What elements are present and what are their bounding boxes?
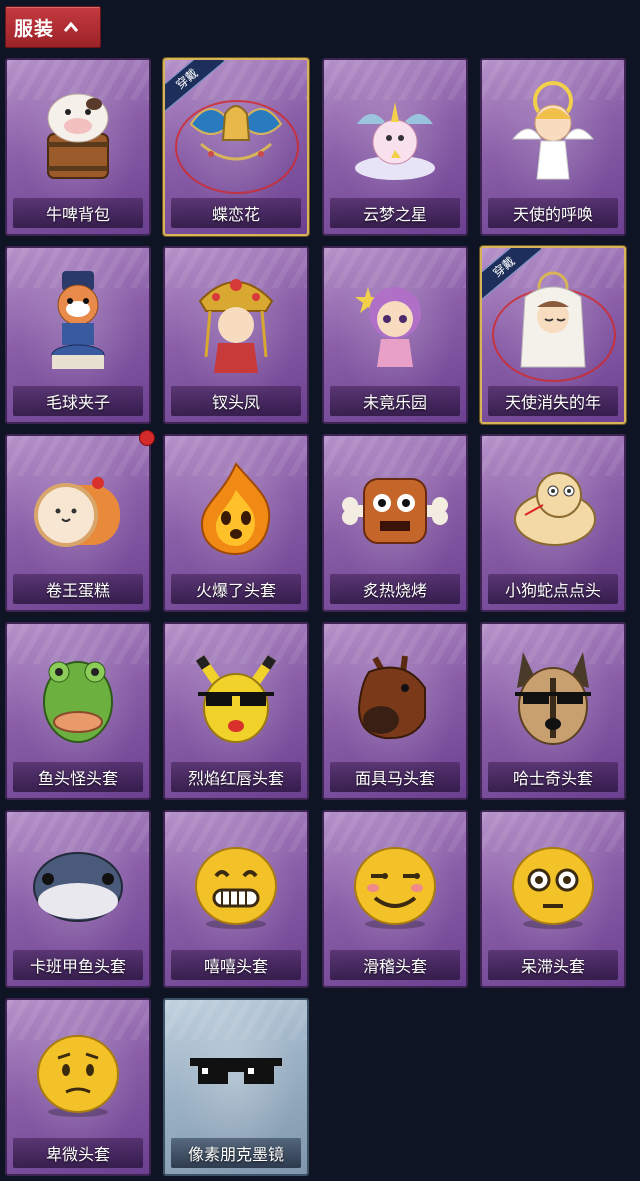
chevron-up-icon xyxy=(64,20,79,34)
costume-name: 炙热烧烤 xyxy=(362,581,427,600)
costume-name: 哈士奇头套 xyxy=(512,769,593,788)
costume-name: 嘻嘻头套 xyxy=(203,957,268,976)
costume-card[interactable]: 毛球夹子 xyxy=(5,246,151,424)
costume-name: 火爆了头套 xyxy=(195,581,276,600)
card-label-bar: 炙热烧烤 xyxy=(330,574,460,604)
card-label-bar: 卷王蛋糕 xyxy=(13,574,143,604)
horse-mask-icon xyxy=(340,643,450,753)
husky-mask-icon xyxy=(498,643,608,753)
humble-emoji-icon xyxy=(23,1019,133,1129)
costume-name: 卷王蛋糕 xyxy=(45,581,110,600)
costume-card[interactable]: 卡班甲鱼头套 xyxy=(5,810,151,988)
costume-card[interactable]: 哈士奇头套 xyxy=(480,622,626,800)
card-label-bar: 牛啤背包 xyxy=(13,198,143,228)
pixel-sunglasses-icon xyxy=(181,1019,291,1129)
card-label-bar: 卡班甲鱼头套 xyxy=(13,950,143,980)
costume-name: 天使的呼唤 xyxy=(512,205,593,224)
category-title: 服装 xyxy=(14,17,55,40)
butterfly-bell-ornament-icon xyxy=(181,79,291,189)
card-label-bar: 钗头凤 xyxy=(171,386,301,416)
card-label-bar: 卑微头套 xyxy=(13,1138,143,1168)
card-label-bar: 嘻嘻头套 xyxy=(171,950,301,980)
costume-card[interactable]: 滑稽头套 xyxy=(322,810,468,988)
cow-beer-barrel-icon xyxy=(23,79,133,189)
fish-head-mask-icon xyxy=(23,643,133,753)
veiled-doll-icon xyxy=(498,267,608,377)
costume-card[interactable]: 穿戴 蝶恋花 xyxy=(163,58,309,236)
costume-card[interactable]: 卷王蛋糕 xyxy=(5,434,151,612)
costume-name: 像素朋克墨镜 xyxy=(187,1145,284,1164)
dazed-emoji-icon xyxy=(498,831,608,941)
costume-card[interactable]: 穿戴 天使消失的年 xyxy=(480,246,626,424)
costume-card[interactable]: 火爆了头套 xyxy=(163,434,309,612)
card-label-bar: 天使消失的年 xyxy=(488,386,618,416)
costume-card[interactable]: 未竟乐园 xyxy=(322,246,468,424)
card-label-bar: 鱼头怪头套 xyxy=(13,762,143,792)
costume-name: 卡班甲鱼头套 xyxy=(29,957,126,976)
costume-card[interactable]: 天使的呼唤 xyxy=(480,58,626,236)
costume-card[interactable]: 钗头凤 xyxy=(163,246,309,424)
costume-card[interactable]: 小狗蛇点点头 xyxy=(480,434,626,612)
costume-name: 天使消失的年 xyxy=(504,393,601,412)
costume-name: 云梦之星 xyxy=(362,205,427,224)
costume-name: 鱼头怪头套 xyxy=(37,769,118,788)
costume-card[interactable]: 嘻嘻头套 xyxy=(163,810,309,988)
card-label-bar: 小狗蛇点点头 xyxy=(488,574,618,604)
costume-card[interactable]: 像素朋克墨镜 xyxy=(163,998,309,1176)
costume-name: 毛球夹子 xyxy=(45,393,110,412)
funny-emoji-icon xyxy=(340,831,450,941)
costume-name: 牛啤背包 xyxy=(45,205,110,224)
costume-name: 小狗蛇点点头 xyxy=(504,581,601,600)
grin-emoji-icon xyxy=(181,831,291,941)
costume-card[interactable]: 呆滞头套 xyxy=(480,810,626,988)
costume-name: 滑稽头套 xyxy=(362,957,427,976)
card-label-bar: 呆滞头套 xyxy=(488,950,618,980)
snake-dog-icon xyxy=(498,455,608,565)
costume-card[interactable]: 炙热烧烤 xyxy=(322,434,468,612)
card-label-bar: 像素朋克墨镜 xyxy=(171,1138,301,1168)
card-label-bar: 滑稽头套 xyxy=(330,950,460,980)
phoenix-crown-doll-icon xyxy=(181,267,291,377)
fire-spirit-icon xyxy=(181,455,291,565)
costume-name: 蝶恋花 xyxy=(211,205,260,224)
card-label-bar: 天使的呼唤 xyxy=(488,198,618,228)
costume-name: 呆滞头套 xyxy=(520,957,585,976)
card-label-bar: 蝶恋花 xyxy=(171,198,301,228)
card-label-bar: 云梦之星 xyxy=(330,198,460,228)
costume-name: 卑微头套 xyxy=(45,1145,110,1164)
card-label-bar: 火爆了头套 xyxy=(171,574,301,604)
card-label-bar: 毛球夹子 xyxy=(13,386,143,416)
costume-name: 烈焰红唇头套 xyxy=(187,769,284,788)
card-label-bar: 哈士奇头套 xyxy=(488,762,618,792)
costume-card[interactable]: 卑微头套 xyxy=(5,998,151,1176)
meat-bone-icon xyxy=(340,455,450,565)
raccoon-drummer-icon xyxy=(23,267,133,377)
costume-card[interactable]: 牛啤背包 xyxy=(5,58,151,236)
costume-name: 未竟乐园 xyxy=(362,393,427,412)
card-label-bar: 面具马头套 xyxy=(330,762,460,792)
cake-roll-icon xyxy=(23,455,133,565)
costume-card[interactable]: 烈焰红唇头套 xyxy=(163,622,309,800)
fairy-doll-icon xyxy=(340,267,450,377)
card-label-bar: 烈焰红唇头套 xyxy=(171,762,301,792)
costume-card[interactable]: 鱼头怪头套 xyxy=(5,622,151,800)
costume-card[interactable]: 面具马头套 xyxy=(322,622,468,800)
costume-name: 钗头凤 xyxy=(211,393,260,412)
whale-fish-mask-icon xyxy=(23,831,133,941)
card-label-bar: 未竟乐园 xyxy=(330,386,460,416)
angel-doll-icon xyxy=(498,79,608,189)
costume-category-toggle[interactable]: 服装 xyxy=(5,6,101,48)
costume-card[interactable]: 云梦之星 xyxy=(322,58,468,236)
costume-name: 面具马头套 xyxy=(354,769,435,788)
new-item-dot xyxy=(139,430,155,446)
unicorn-cloud-icon xyxy=(340,79,450,189)
pikachu-mask-icon xyxy=(181,643,291,753)
